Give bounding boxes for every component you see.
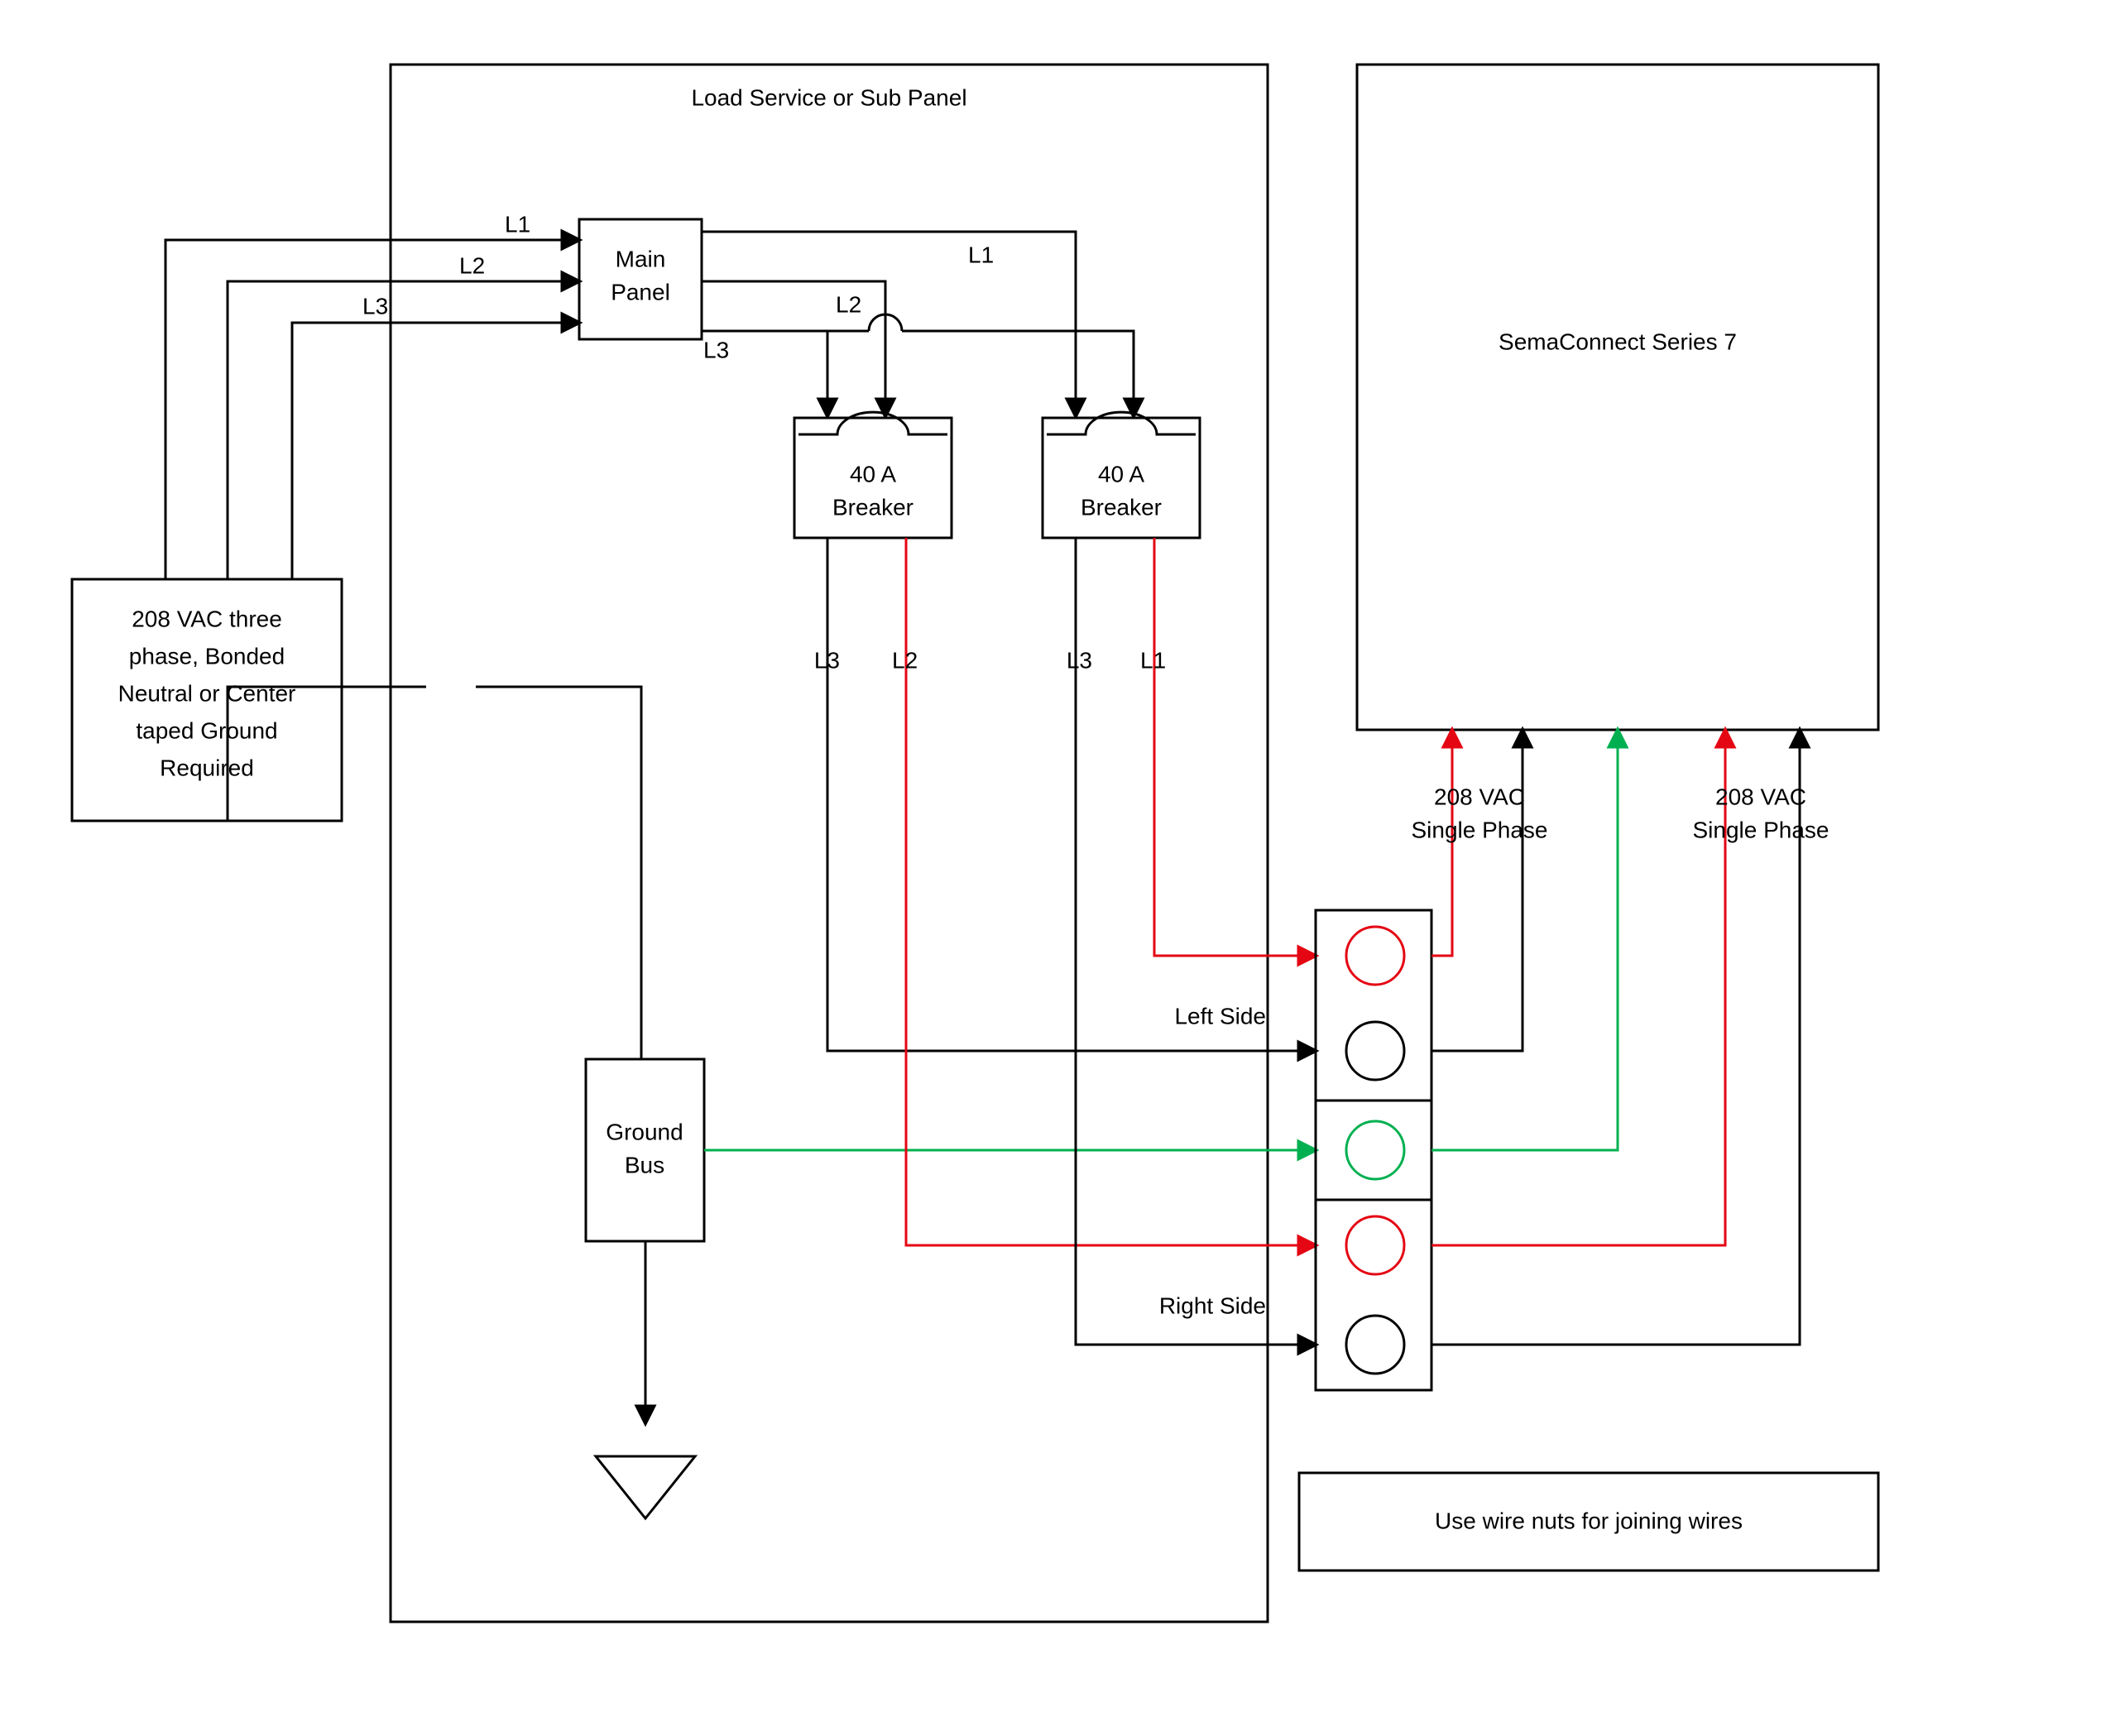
main-panel-l2: Panel <box>611 279 670 305</box>
v-right-b: Single Phase <box>1692 817 1829 842</box>
lbl-brk1-L2: L2 <box>892 647 918 673</box>
label-L2-out: L2 <box>836 291 861 317</box>
dev-wire-blk-left <box>1431 730 1523 1051</box>
right-side-lbl: Right Side <box>1159 1292 1266 1318</box>
device-box <box>1357 65 1878 730</box>
lbl-brk2-L3: L3 <box>1067 647 1092 673</box>
v-left-a: 208 VAC <box>1434 784 1525 809</box>
gbus-l2: Bus <box>625 1152 664 1177</box>
label-L1-in: L1 <box>505 211 530 237</box>
label-L3-out: L3 <box>703 337 729 362</box>
breaker2-a: 40 A <box>1098 461 1144 487</box>
breaker2-b: Breaker <box>1081 494 1162 520</box>
terminal-5-black <box>1346 1316 1404 1374</box>
v-right-a: 208 VAC <box>1715 784 1806 809</box>
wire-L3-out-b <box>827 314 1134 416</box>
terminal-3-green <box>1346 1121 1404 1179</box>
wire-L3-in <box>292 323 579 579</box>
breaker1-b: Breaker <box>832 494 914 520</box>
hint-text: Use wire nuts for joining wires <box>1435 1508 1743 1533</box>
terminal-column <box>1316 910 1431 1390</box>
power-l5: Required <box>160 755 254 780</box>
wire-L1-out <box>702 232 1076 416</box>
earth-icon <box>596 1456 695 1518</box>
main-panel-l1: Main <box>616 246 666 271</box>
power-l3: Neutral or Center <box>118 680 296 706</box>
label-L2-in: L2 <box>459 252 485 278</box>
wire-L2-term <box>906 687 1316 1245</box>
panel-title: Load Service or Sub Panel <box>691 84 966 110</box>
terminal-4-red <box>1346 1216 1404 1274</box>
power-l2: phase, Bonded <box>129 643 285 669</box>
dev-wire-red-left <box>1431 730 1452 956</box>
terminal-1-red <box>1346 927 1404 985</box>
wire-L3a-term <box>827 687 1316 1051</box>
lbl-brk2-L1: L1 <box>1140 647 1166 673</box>
wire-L2-in <box>228 281 579 579</box>
gbus-l1: Ground <box>606 1119 683 1144</box>
terminal-2-black <box>1346 1022 1404 1080</box>
label-L1-out: L1 <box>968 242 994 267</box>
sub-panel-box <box>391 65 1268 1622</box>
v-left-b: Single Phase <box>1411 817 1547 842</box>
left-side-lbl: Left Side <box>1174 1003 1266 1029</box>
wiring-diagram: Load Service or Sub Panel Main Panel 208… <box>0 0 2110 1736</box>
device-name: SemaConnect Series 7 <box>1499 328 1737 354</box>
ground-bus <box>586 1059 704 1241</box>
label-L3-in: L3 <box>362 293 388 319</box>
power-l1: 208 VAC three <box>132 606 282 631</box>
wire-L1-term <box>1154 687 1316 956</box>
breaker1-a: 40 A <box>850 461 896 487</box>
lbl-brk1-L3: L3 <box>814 647 840 673</box>
power-l4: taped Ground <box>136 717 277 743</box>
